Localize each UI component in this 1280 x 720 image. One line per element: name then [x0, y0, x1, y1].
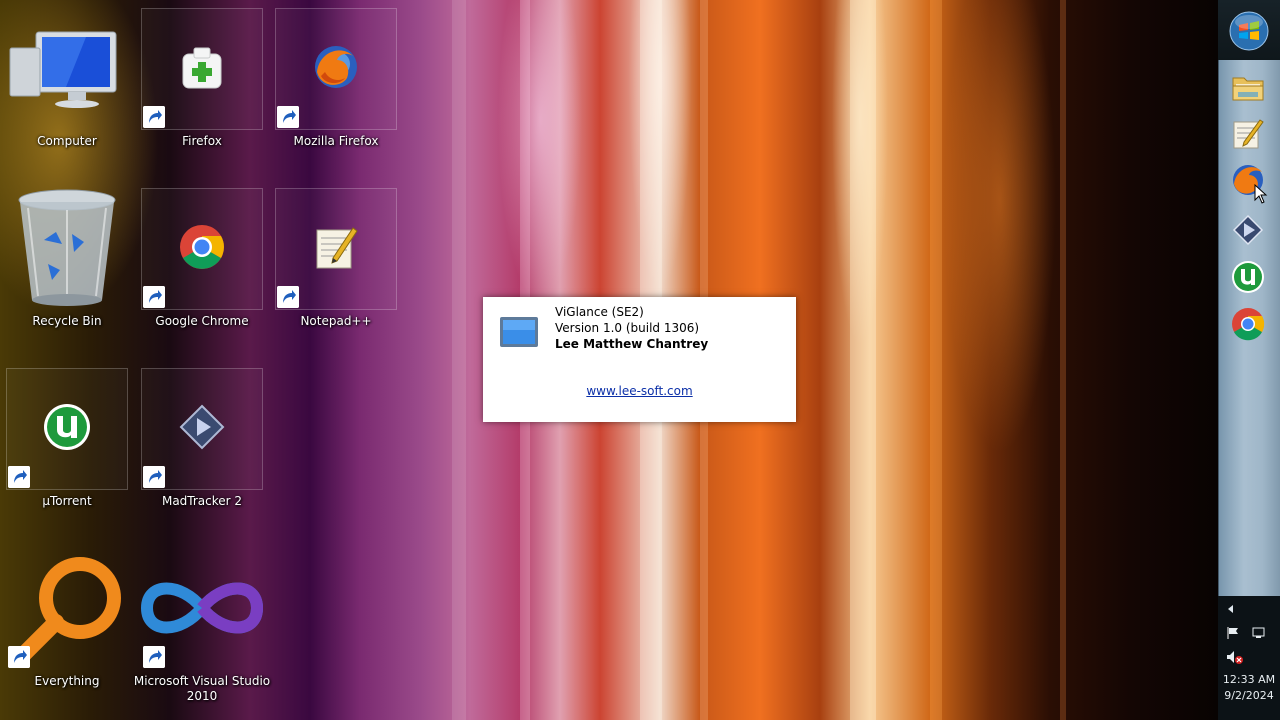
- tray-clock[interactable]: 12:33 AM 9/2/2024: [1218, 672, 1280, 704]
- icon-label: µTorrent: [42, 494, 92, 508]
- shortcut-arrow-icon: [277, 106, 299, 128]
- shortcut-arrow-icon: [143, 466, 165, 488]
- app-version: Version 1.0 (build 1306): [555, 321, 700, 335]
- icon-label: Mozilla Firefox: [293, 134, 379, 148]
- visual-studio-icon: [141, 582, 263, 634]
- desktop-icon-firefox-shortcut[interactable]: Firefox: [141, 8, 263, 148]
- shortcut-arrow-icon: [143, 286, 165, 308]
- icon-label: Computer: [37, 134, 97, 148]
- website-link[interactable]: www.lee-soft.com: [483, 384, 796, 398]
- volume-muted-icon[interactable]: [1226, 650, 1244, 664]
- icon-label: Everything: [34, 674, 100, 688]
- recycle-bin-icon: [18, 189, 116, 306]
- viglance-app-icon: [500, 317, 538, 347]
- notepad-icon[interactable]: [1230, 116, 1266, 152]
- icon-label: Notepad++: [300, 314, 372, 328]
- folder-icon[interactable]: [1230, 70, 1266, 106]
- desktop-icon-visual-studio[interactable]: Microsoft Visual Studio 2010: [134, 548, 270, 703]
- icon-label: Microsoft Visual Studio 2010: [133, 674, 271, 703]
- shortcut-arrow-icon: [143, 646, 165, 668]
- magnifier-icon: [16, 557, 121, 662]
- chrome-icon[interactable]: [1230, 306, 1266, 342]
- desktop-icon-notepad-plus-plus[interactable]: Notepad++: [275, 188, 397, 328]
- desktop-icon-everything[interactable]: Everything: [6, 548, 128, 688]
- chrome-icon: [180, 225, 224, 269]
- desktop-icon-madtracker[interactable]: MadTracker 2: [141, 368, 263, 508]
- taskbar: 12:33 AM 9/2/2024: [1218, 0, 1280, 720]
- action-center-flag-icon[interactable]: [1226, 626, 1242, 640]
- desktop-icon-recycle-bin[interactable]: Recycle Bin: [6, 188, 128, 328]
- shortcut-arrow-icon: [8, 646, 30, 668]
- installer-icon: [182, 47, 222, 89]
- icon-label: Recycle Bin: [32, 314, 102, 328]
- shortcut-arrow-icon: [143, 106, 165, 128]
- app-author: Lee Matthew Chantrey: [555, 337, 709, 351]
- show-hidden-icons-icon[interactable]: [1226, 604, 1236, 614]
- clock-time: 12:33 AM: [1222, 673, 1276, 686]
- system-tray: 12:33 AM 9/2/2024: [1218, 596, 1280, 720]
- utorrent-icon: [44, 404, 90, 450]
- desktop-icon-google-chrome[interactable]: Google Chrome: [141, 188, 263, 328]
- madtracker-icon[interactable]: [1230, 212, 1266, 248]
- firefox-icon: [315, 46, 357, 88]
- about-dialog: ViGlance (SE2) Version 1.0 (build 1306) …: [483, 297, 796, 422]
- desktop-icon-mozilla-firefox[interactable]: Mozilla Firefox: [275, 8, 397, 148]
- utorrent-icon[interactable]: [1230, 259, 1266, 295]
- network-icon[interactable]: [1250, 626, 1266, 640]
- mouse-cursor-icon: [1254, 184, 1268, 204]
- icon-label: Google Chrome: [155, 314, 249, 328]
- notepad-icon: [316, 227, 358, 269]
- computer-icon: [9, 31, 117, 108]
- icon-label: Firefox: [182, 134, 222, 148]
- clock-date: 9/2/2024: [1224, 689, 1274, 702]
- desktop-icon-computer[interactable]: Computer: [6, 8, 128, 148]
- shortcut-arrow-icon: [8, 466, 30, 488]
- shortcut-arrow-icon: [277, 286, 299, 308]
- icon-label: MadTracker 2: [161, 494, 243, 508]
- desktop-icon-utorrent[interactable]: µTorrent: [6, 368, 128, 508]
- app-name: ViGlance (SE2): [555, 305, 644, 319]
- windows-orb-icon[interactable]: [1229, 11, 1269, 51]
- madtracker-icon: [179, 404, 225, 450]
